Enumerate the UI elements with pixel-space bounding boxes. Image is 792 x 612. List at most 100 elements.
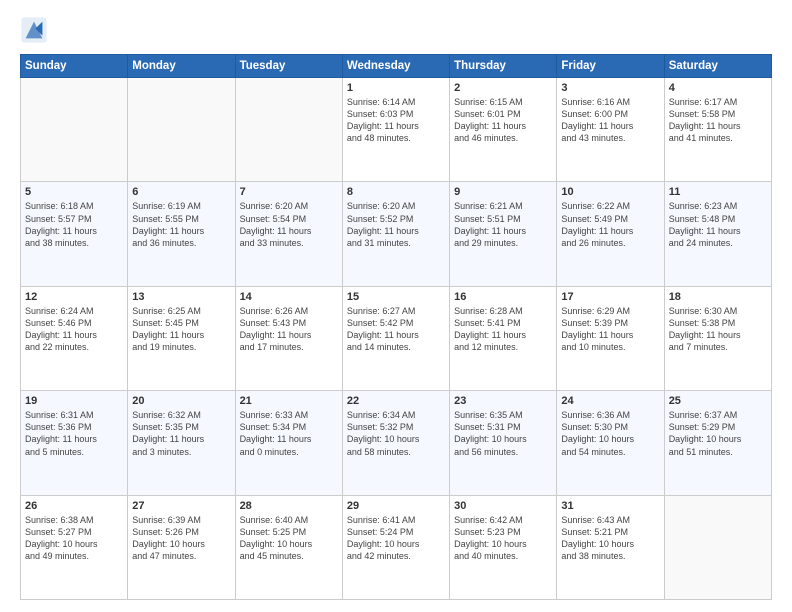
day-number: 16 [454,291,552,303]
day-number: 29 [347,500,445,512]
header [20,16,772,44]
calendar-cell: 20Sunrise: 6:32 AM Sunset: 5:35 PM Dayli… [128,391,235,495]
week-row-5: 26 Sunrise: 6:38 AM Sunset: 5:27 PM Dayli… [21,495,772,599]
cell-text: Sunrise: 6:39 AM Sunset: 5:26 PM Dayligh… [132,514,230,563]
calendar-cell: 10Sunrise: 6:22 AM Sunset: 5:49 PM Dayli… [557,182,664,286]
logo [20,16,52,44]
day-number: 6 [132,186,230,198]
cell-text: Sunrise: 6:33 AM Sunset: 5:34 PM Dayligh… [240,409,338,458]
day-number: 17 [561,291,659,303]
cell-text: Sunrise: 6:36 AM Sunset: 5:30 PM Dayligh… [561,409,659,458]
day-number: 13 [132,291,230,303]
cell-text: Sunrise: 6:26 AM Sunset: 5:43 PM Dayligh… [240,305,338,354]
cell-text: Sunrise: 6:32 AM Sunset: 5:35 PM Dayligh… [132,409,230,458]
page: SundayMondayTuesdayWednesdayThursdayFrid… [0,0,792,612]
cell-text: Sunrise: 6:21 AM Sunset: 5:51 PM Dayligh… [454,200,552,249]
calendar-cell: 27 Sunrise: 6:39 AM Sunset: 5:26 PM Dayli… [128,495,235,599]
cell-text: Sunrise: 6:15 AM Sunset: 6:01 PM Dayligh… [454,96,552,145]
day-number: 12 [25,291,123,303]
day-number: 7 [240,186,338,198]
calendar-cell: 7 Sunrise: 6:20 AM Sunset: 5:54 PM Daylig… [235,182,342,286]
weekday-header-friday: Friday [557,55,664,78]
calendar-cell [664,495,771,599]
day-number: 19 [25,395,123,407]
cell-text: Sunrise: 6:14 AM Sunset: 6:03 PM Dayligh… [347,96,445,145]
day-number: 26 [25,500,123,512]
week-row-2: 5 Sunrise: 6:18 AM Sunset: 5:57 PM Daylig… [21,182,772,286]
cell-text: Sunrise: 6:34 AM Sunset: 5:32 PM Dayligh… [347,409,445,458]
weekday-header-sunday: Sunday [21,55,128,78]
calendar-cell: 22 Sunrise: 6:34 AM Sunset: 5:32 PM Dayli… [342,391,449,495]
day-number: 5 [25,186,123,198]
day-number: 1 [347,82,445,94]
day-number: 28 [240,500,338,512]
calendar-cell: 17 Sunrise: 6:29 AM Sunset: 5:39 PM Dayli… [557,286,664,390]
day-number: 27 [132,500,230,512]
cell-text: Sunrise: 6:24 AM Sunset: 5:46 PM Dayligh… [25,305,123,354]
cell-text: Sunrise: 6:37 AM Sunset: 5:29 PM Dayligh… [669,409,767,458]
calendar-table: SundayMondayTuesdayWednesdayThursdayFrid… [20,54,772,600]
calendar-cell: 16 Sunrise: 6:28 AM Sunset: 5:41 PM Dayli… [450,286,557,390]
weekday-header-thursday: Thursday [450,55,557,78]
cell-text: Sunrise: 6:17 AM Sunset: 5:58 PM Dayligh… [669,96,767,145]
cell-text: Sunrise: 6:23 AM Sunset: 5:48 PM Dayligh… [669,200,767,249]
calendar-cell: 14 Sunrise: 6:26 AM Sunset: 5:43 PM Dayli… [235,286,342,390]
calendar-cell: 18 Sunrise: 6:30 AM Sunset: 5:38 PM Dayli… [664,286,771,390]
cell-text: Sunrise: 6:29 AM Sunset: 5:39 PM Dayligh… [561,305,659,354]
cell-text: Sunrise: 6:35 AM Sunset: 5:31 PM Dayligh… [454,409,552,458]
calendar-cell: 21 Sunrise: 6:33 AM Sunset: 5:34 PM Dayli… [235,391,342,495]
cell-text: Sunrise: 6:20 AM Sunset: 5:54 PM Dayligh… [240,200,338,249]
calendar-cell: 25 Sunrise: 6:37 AM Sunset: 5:29 PM Dayli… [664,391,771,495]
day-number: 31 [561,500,659,512]
calendar-cell: 12 Sunrise: 6:24 AM Sunset: 5:46 PM Dayli… [21,286,128,390]
cell-text: Sunrise: 6:20 AM Sunset: 5:52 PM Dayligh… [347,200,445,249]
calendar-cell: 24 Sunrise: 6:36 AM Sunset: 5:30 PM Dayli… [557,391,664,495]
calendar-cell: 8Sunrise: 6:20 AM Sunset: 5:52 PM Daylig… [342,182,449,286]
calendar-cell: 6Sunrise: 6:19 AM Sunset: 5:55 PM Daylig… [128,182,235,286]
calendar-cell: 3 Sunrise: 6:16 AM Sunset: 6:00 PM Daylig… [557,78,664,182]
week-row-4: 19 Sunrise: 6:31 AM Sunset: 5:36 PM Dayli… [21,391,772,495]
cell-text: Sunrise: 6:40 AM Sunset: 5:25 PM Dayligh… [240,514,338,563]
calendar-cell: 29 Sunrise: 6:41 AM Sunset: 5:24 PM Dayli… [342,495,449,599]
cell-text: Sunrise: 6:31 AM Sunset: 5:36 PM Dayligh… [25,409,123,458]
calendar-cell: 31Sunrise: 6:43 AM Sunset: 5:21 PM Dayli… [557,495,664,599]
calendar-cell: 19 Sunrise: 6:31 AM Sunset: 5:36 PM Dayli… [21,391,128,495]
calendar-cell [235,78,342,182]
day-number: 14 [240,291,338,303]
day-number: 4 [669,82,767,94]
cell-text: Sunrise: 6:42 AM Sunset: 5:23 PM Dayligh… [454,514,552,563]
day-number: 23 [454,395,552,407]
cell-text: Sunrise: 6:18 AM Sunset: 5:57 PM Dayligh… [25,200,123,249]
day-number: 18 [669,291,767,303]
cell-text: Sunrise: 6:16 AM Sunset: 6:00 PM Dayligh… [561,96,659,145]
calendar-cell: 9 Sunrise: 6:21 AM Sunset: 5:51 PM Daylig… [450,182,557,286]
day-number: 9 [454,186,552,198]
day-number: 22 [347,395,445,407]
week-row-1: 1 Sunrise: 6:14 AM Sunset: 6:03 PM Daylig… [21,78,772,182]
calendar-cell: 15 Sunrise: 6:27 AM Sunset: 5:42 PM Dayli… [342,286,449,390]
cell-text: Sunrise: 6:25 AM Sunset: 5:45 PM Dayligh… [132,305,230,354]
calendar-cell: 2 Sunrise: 6:15 AM Sunset: 6:01 PM Daylig… [450,78,557,182]
calendar-cell: 28 Sunrise: 6:40 AM Sunset: 5:25 PM Dayli… [235,495,342,599]
weekday-header-monday: Monday [128,55,235,78]
day-number: 21 [240,395,338,407]
calendar-cell: 23 Sunrise: 6:35 AM Sunset: 5:31 PM Dayli… [450,391,557,495]
weekday-header-wednesday: Wednesday [342,55,449,78]
day-number: 15 [347,291,445,303]
calendar-cell [21,78,128,182]
week-row-3: 12 Sunrise: 6:24 AM Sunset: 5:46 PM Dayli… [21,286,772,390]
day-number: 25 [669,395,767,407]
calendar-cell: 30Sunrise: 6:42 AM Sunset: 5:23 PM Dayli… [450,495,557,599]
day-number: 24 [561,395,659,407]
calendar-cell: 4 Sunrise: 6:17 AM Sunset: 5:58 PM Daylig… [664,78,771,182]
cell-text: Sunrise: 6:28 AM Sunset: 5:41 PM Dayligh… [454,305,552,354]
cell-text: Sunrise: 6:41 AM Sunset: 5:24 PM Dayligh… [347,514,445,563]
calendar-cell: 13 Sunrise: 6:25 AM Sunset: 5:45 PM Dayli… [128,286,235,390]
cell-text: Sunrise: 6:30 AM Sunset: 5:38 PM Dayligh… [669,305,767,354]
cell-text: Sunrise: 6:38 AM Sunset: 5:27 PM Dayligh… [25,514,123,563]
day-number: 3 [561,82,659,94]
cell-text: Sunrise: 6:27 AM Sunset: 5:42 PM Dayligh… [347,305,445,354]
day-number: 11 [669,186,767,198]
day-number: 2 [454,82,552,94]
logo-icon [20,16,48,44]
